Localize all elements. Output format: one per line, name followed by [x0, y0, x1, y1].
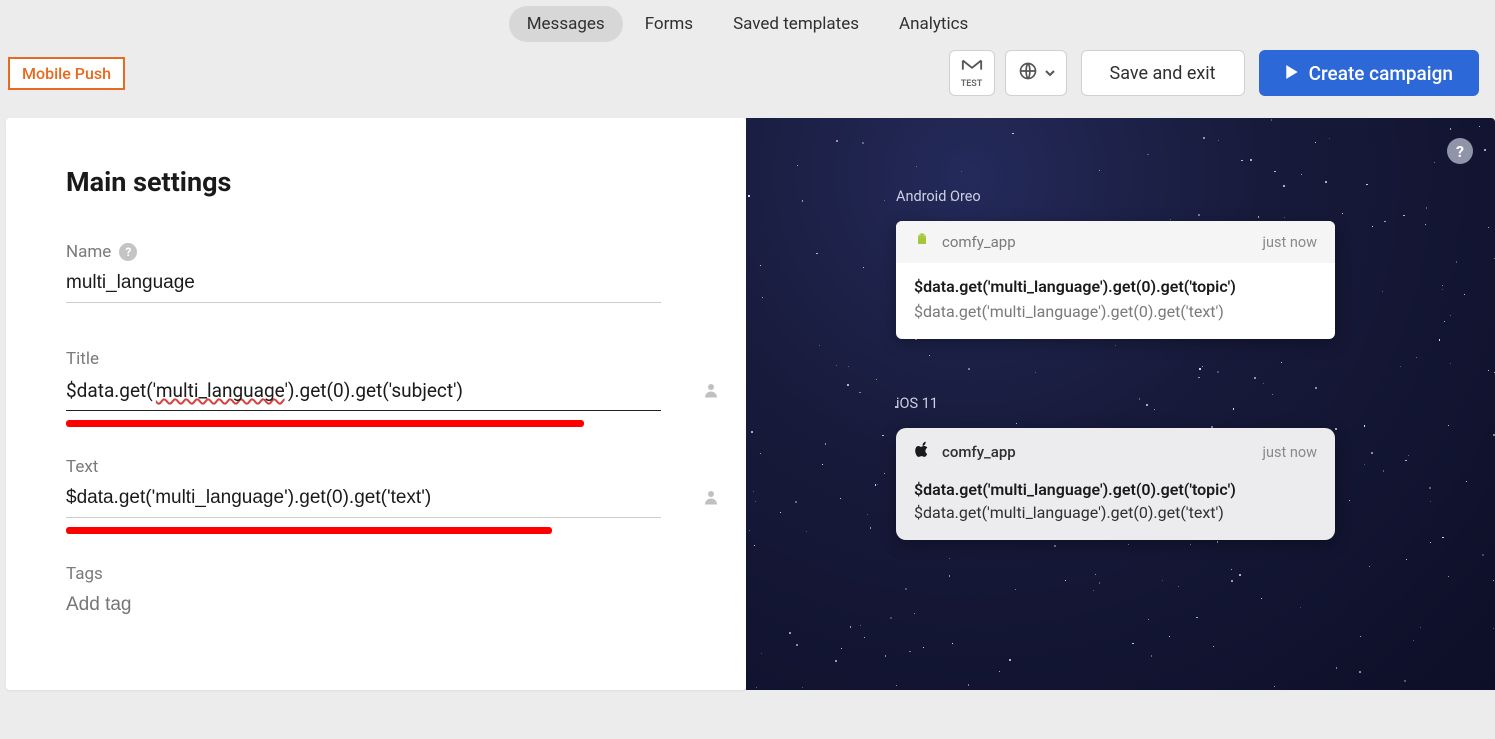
tab-analytics[interactable]: Analytics — [881, 6, 986, 42]
ios-label: iOS 11 — [896, 395, 1335, 412]
text-input[interactable] — [66, 483, 661, 518]
text-label: Text — [66, 457, 98, 477]
test-label: TEST — [961, 79, 983, 89]
create-campaign-button[interactable]: Create campaign — [1259, 50, 1479, 96]
tab-forms[interactable]: Forms — [627, 6, 711, 42]
notif-title: $data.get('multi_language').get(0).get('… — [914, 277, 1317, 296]
name-label: Name — [66, 242, 111, 262]
help-icon[interactable]: ? — [119, 243, 137, 261]
person-icon[interactable] — [702, 381, 720, 403]
form-card: Main settings Name ? Title $data.get('mu… — [6, 118, 746, 690]
notif-time: just now — [1263, 234, 1317, 251]
tags-field: Tags — [66, 564, 686, 624]
tab-saved-templates[interactable]: Saved templates — [715, 6, 877, 42]
notif-time: just now — [1263, 444, 1317, 461]
person-icon[interactable] — [702, 488, 720, 510]
app-name: comfy_app — [942, 443, 1016, 461]
language-dropdown[interactable] — [1005, 50, 1067, 96]
envelope-test-icon — [961, 58, 983, 78]
chevron-down-icon — [1044, 64, 1056, 83]
text-field: Text — [66, 457, 686, 518]
name-input[interactable] — [66, 268, 661, 303]
top-nav: Messages Forms Saved templates Analytics — [0, 0, 1495, 50]
title-label: Title — [66, 349, 99, 369]
tags-input[interactable] — [66, 590, 661, 624]
create-campaign-label: Create campaign — [1309, 62, 1453, 85]
ios-notification: comfy_app just now $data.get('multi_lang… — [896, 428, 1335, 540]
android-icon — [914, 232, 930, 252]
app-name: comfy_app — [942, 233, 1016, 251]
test-button[interactable]: TEST — [949, 50, 995, 96]
tags-label: Tags — [66, 564, 103, 584]
annotation-underline-title — [66, 420, 584, 427]
name-field: Name ? — [66, 242, 686, 303]
android-notification: comfy_app just now $data.get('multi_lang… — [896, 221, 1335, 339]
save-and-exit-button[interactable]: Save and exit — [1081, 50, 1245, 96]
main-area: Main settings Name ? Title $data.get('mu… — [0, 118, 1495, 690]
tab-messages[interactable]: Messages — [509, 6, 623, 42]
play-icon — [1285, 62, 1299, 85]
notif-text: $data.get('multi_language').get(0).get('… — [914, 302, 1317, 321]
title-input[interactable]: $data.get('multi_language').get(0).get('… — [66, 375, 661, 411]
notif-title: $data.get('multi_language').get(0).get('… — [914, 480, 1317, 499]
globe-icon — [1018, 61, 1038, 85]
annotation-underline-text — [66, 527, 552, 534]
mobile-push-badge: Mobile Push — [8, 57, 125, 90]
title-field: Title $data.get('multi_language').get(0)… — [66, 349, 686, 411]
preview-panel: ? Android Oreo comfy_app just now — [746, 118, 1495, 690]
section-title: Main settings — [66, 166, 686, 198]
notif-text: $data.get('multi_language').get(0).get('… — [914, 503, 1317, 522]
header-row: Mobile Push TEST Save and exit Create ca… — [0, 50, 1495, 118]
android-label: Android Oreo — [896, 188, 1335, 205]
apple-icon — [914, 441, 930, 463]
